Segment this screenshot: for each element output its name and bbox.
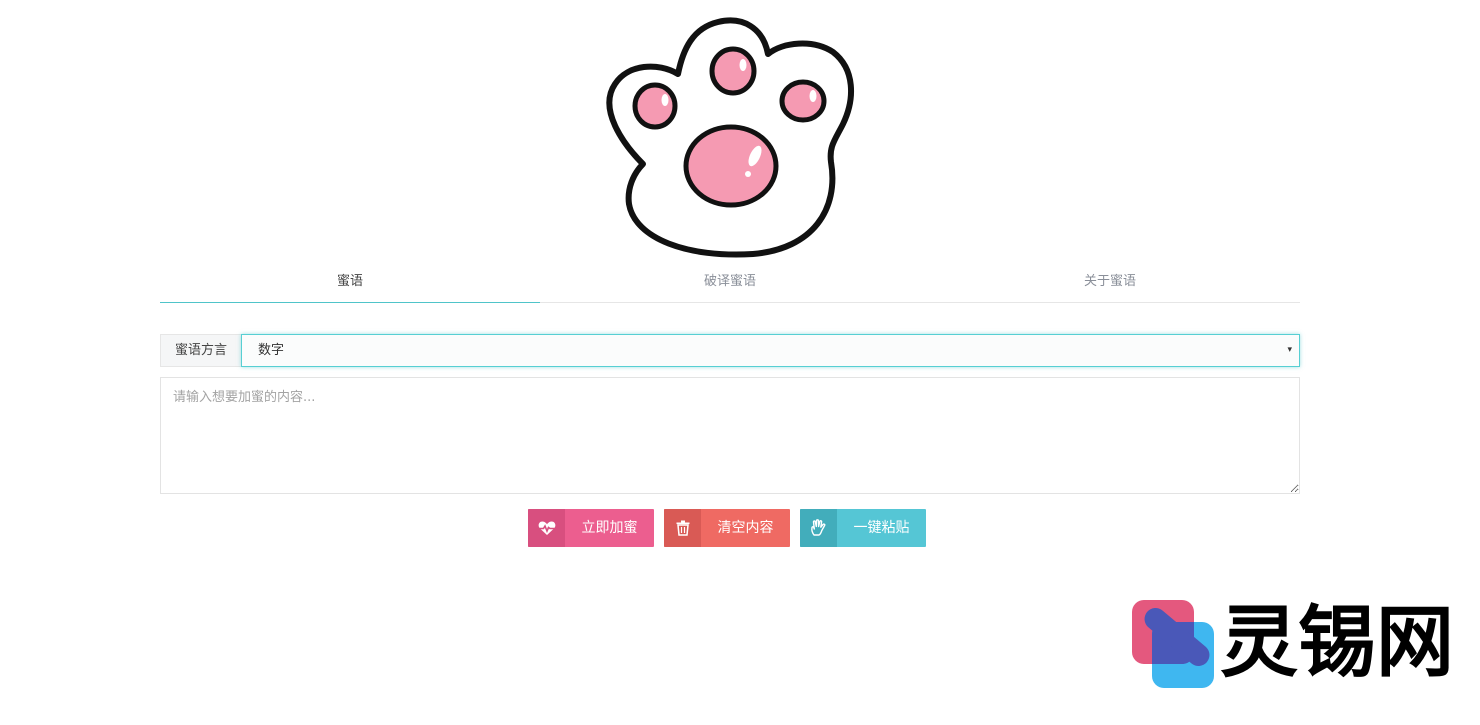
tab-about[interactable]: 关于蜜语 — [920, 262, 1300, 302]
encrypt-button-label: 立即加蜜 — [581, 520, 638, 536]
watermark-text: 灵锡网 — [1220, 598, 1455, 688]
dialect-row: 蜜语方言 数字 ▾ — [160, 334, 1300, 367]
brand-logo-icon — [1132, 600, 1214, 688]
trash-icon — [664, 509, 701, 547]
content-input[interactable] — [160, 377, 1300, 494]
paste-button-label: 一键粘贴 — [853, 520, 910, 536]
clear-button[interactable]: 清空内容 — [664, 509, 790, 547]
heartbeat-icon — [528, 509, 565, 547]
tab-encrypt[interactable]: 蜜语 — [160, 262, 540, 303]
cat-paw-icon — [606, 17, 854, 258]
clear-button-label: 清空内容 — [717, 520, 774, 536]
dialect-select[interactable]: 数字 ▾ — [241, 334, 1300, 367]
dialect-label: 蜜语方言 — [160, 334, 241, 367]
tab-bar: 蜜语 破译蜜语 关于蜜语 — [160, 262, 1300, 303]
tab-decrypt[interactable]: 破译蜜语 — [540, 262, 920, 302]
hand-icon — [800, 509, 837, 547]
dialect-selected-value: 数字 — [258, 343, 285, 358]
watermark: 灵锡网 — [1130, 598, 1454, 692]
encrypt-button[interactable]: 立即加蜜 — [528, 509, 654, 547]
paste-button[interactable]: 一键粘贴 — [800, 509, 926, 547]
chevron-down-icon: ▾ — [1287, 345, 1292, 355]
